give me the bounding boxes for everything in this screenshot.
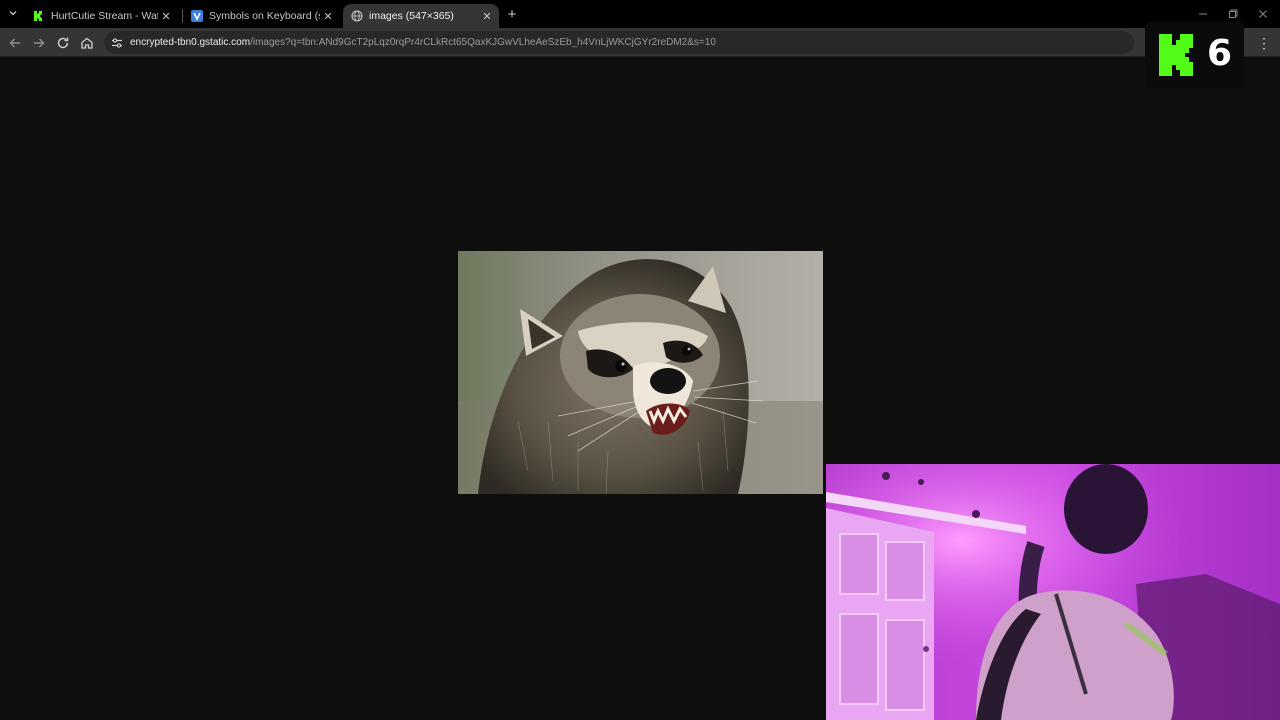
close-tab-icon[interactable]: ✕ — [479, 8, 495, 24]
close-tab-icon[interactable]: ✕ — [158, 8, 174, 24]
arrow-left-icon — [9, 38, 20, 48]
forward-button[interactable] — [29, 33, 49, 53]
tab-title: Symbols on Keyboard (shortcut — [209, 10, 320, 22]
reload-button[interactable] — [53, 33, 73, 53]
chevron-down-icon — [9, 11, 17, 16]
tab-images[interactable]: images (547×365) ✕ — [343, 4, 499, 28]
tab-list-button[interactable] — [4, 4, 22, 22]
globe-icon — [351, 10, 363, 22]
browser-toolbar: encrypted-tbn0.gstatic.com/images?q=tbn:… — [0, 28, 1280, 57]
minimize-icon — [1199, 13, 1207, 15]
v-icon — [191, 10, 203, 22]
home-icon — [81, 37, 93, 49]
plus-icon: + — [507, 5, 517, 23]
close-window-button[interactable] — [1248, 4, 1278, 24]
raccoon-photo[interactable] — [458, 251, 823, 494]
tab-title: images (547×365) — [369, 10, 454, 22]
new-tab-button[interactable]: + — [503, 5, 521, 23]
kebab-icon: ⋮ — [1257, 34, 1271, 51]
tab-hurtcutie[interactable]: HurtCutie Stream - Watch Live ✕ — [25, 4, 178, 28]
webcam-feed — [826, 464, 1280, 720]
back-button[interactable] — [5, 33, 25, 53]
tab-title: HurtCutie Stream - Watch Live — [51, 10, 158, 22]
kick-icon — [34, 11, 42, 21]
badge-number: 6 — [1207, 33, 1233, 74]
kick-badge: 6 — [1145, 22, 1244, 88]
url-host: encrypted-tbn0.gstatic.com — [130, 37, 251, 48]
close-icon — [1259, 10, 1267, 18]
reload-icon — [57, 37, 69, 49]
tab-strip: HurtCutie Stream - Watch Live ✕ Symbols … — [0, 0, 1280, 28]
kick-logo — [1159, 34, 1193, 76]
home-button[interactable] — [77, 33, 97, 53]
url-text: encrypted-tbn0.gstatic.com/images?q=tbn:… — [130, 37, 716, 48]
close-tab-icon[interactable]: ✕ — [320, 8, 336, 24]
tab-symbols[interactable]: Symbols on Keyboard (shortcut ✕ — [183, 4, 340, 28]
minimize-button[interactable] — [1188, 4, 1218, 24]
maximize-button[interactable] — [1218, 4, 1248, 24]
url-path: /images?q=tbn:ANd9GcT2pLqz0rqPr4rCLkRct6… — [250, 37, 716, 48]
menu-button[interactable]: ⋮ — [1256, 33, 1272, 53]
restore-icon — [1229, 9, 1238, 18]
arrow-right-icon — [34, 38, 45, 48]
address-bar[interactable]: encrypted-tbn0.gstatic.com/images?q=tbn:… — [104, 31, 1134, 54]
tune-icon[interactable] — [110, 36, 124, 50]
